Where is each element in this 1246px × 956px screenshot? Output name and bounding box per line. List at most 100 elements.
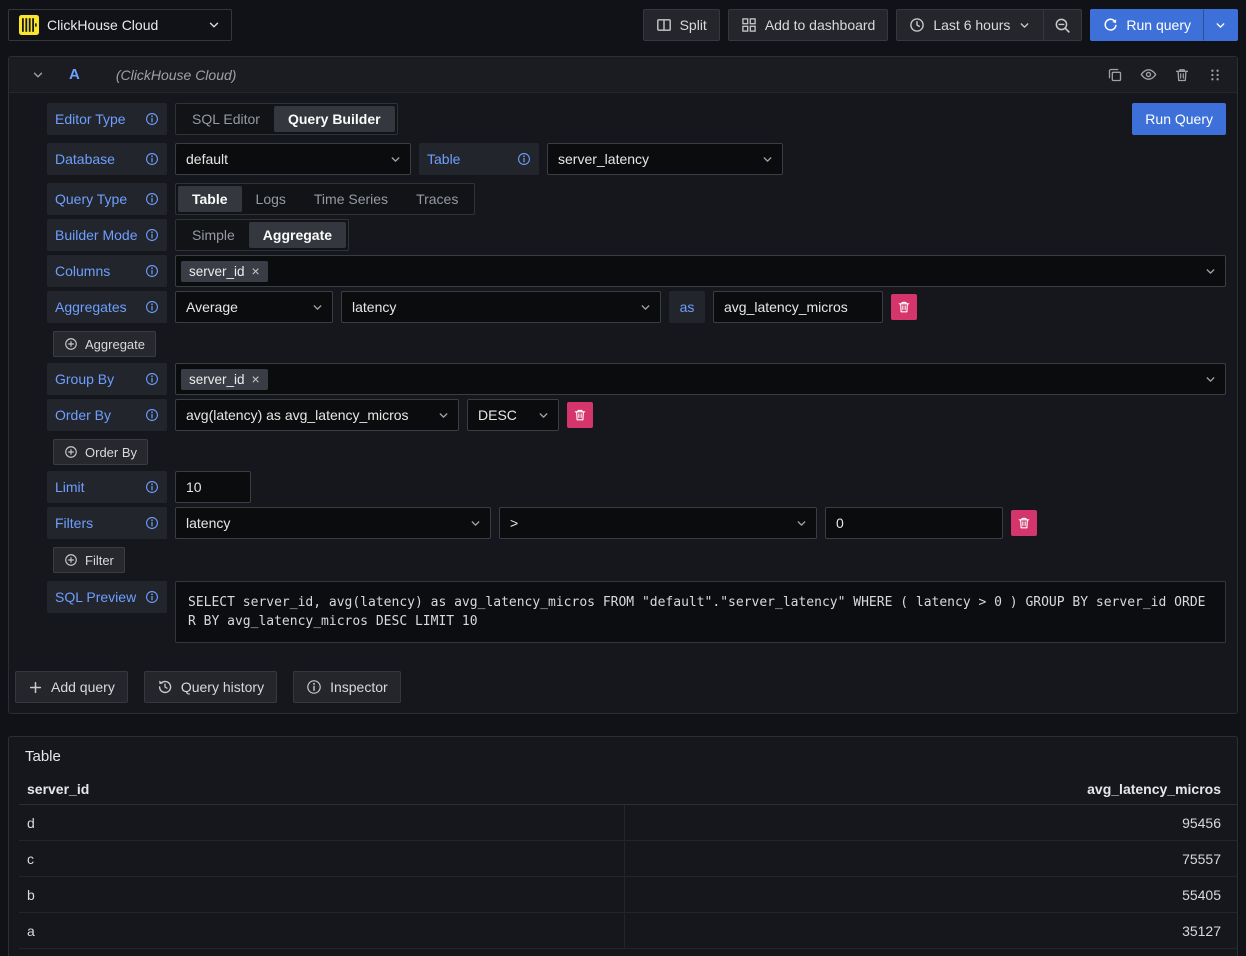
- aggregates-row: Aggregates Average latency as: [47, 291, 1226, 323]
- info-icon[interactable]: [145, 300, 159, 314]
- aggregate-alias-input[interactable]: [713, 291, 883, 323]
- info-icon[interactable]: [145, 228, 159, 242]
- clock-icon: [909, 17, 925, 33]
- query-editor-footer: Add query Query history Inspector: [9, 643, 1237, 713]
- aggregates-label: Aggregates: [47, 291, 167, 323]
- group-by-multiselect[interactable]: server_id ×: [175, 363, 1226, 395]
- query-type-option-logs[interactable]: Logs: [242, 186, 300, 212]
- limit-input[interactable]: [175, 471, 251, 503]
- sql-preview-label: SQL Preview: [47, 581, 167, 613]
- order-by-direction-select[interactable]: DESC: [467, 399, 559, 431]
- apps-grid-icon: [741, 17, 757, 33]
- database-select[interactable]: default: [175, 143, 411, 175]
- cell-avg-latency: 95456: [624, 805, 1232, 840]
- plus-circle-icon: [64, 337, 78, 351]
- remove-chip-icon[interactable]: ×: [252, 264, 260, 278]
- info-icon[interactable]: [145, 516, 159, 530]
- query-type-option-time-series[interactable]: Time Series: [300, 186, 402, 212]
- query-type-option-traces[interactable]: Traces: [402, 186, 472, 212]
- info-circle-icon: [306, 679, 322, 695]
- builder-mode-option-simple[interactable]: Simple: [178, 222, 249, 248]
- plus-icon: [28, 680, 43, 695]
- time-zoom-out-button[interactable]: [1044, 9, 1082, 41]
- inspector-button[interactable]: Inspector: [293, 671, 401, 703]
- column-chip: server_id ×: [181, 261, 268, 282]
- columns-multiselect[interactable]: server_id ×: [175, 255, 1226, 287]
- datasource-picker[interactable]: ClickHouse Cloud: [8, 9, 232, 41]
- builder-mode-option-aggregate[interactable]: Aggregate: [249, 222, 346, 248]
- remove-order-by-button[interactable]: [567, 402, 593, 428]
- panel-title: Table: [9, 737, 1237, 773]
- cell-server-id: c: [19, 851, 624, 867]
- query-editor-panel: A (ClickHouse Cloud) Editor Type SQL Edi…: [8, 56, 1238, 714]
- aggregate-function-select[interactable]: Average: [175, 291, 333, 323]
- info-icon[interactable]: [145, 152, 159, 166]
- editor-type-option-query-builder[interactable]: Query Builder: [274, 106, 395, 132]
- add-query-button[interactable]: Add query: [15, 671, 128, 703]
- aggregate-column-select[interactable]: latency: [341, 291, 661, 323]
- info-icon[interactable]: [145, 408, 159, 422]
- builder-mode-row: Builder Mode Simple Aggregate: [47, 219, 1226, 251]
- datasource-name: ClickHouse Cloud: [47, 17, 199, 33]
- query-ref-id[interactable]: A: [69, 66, 80, 83]
- info-icon[interactable]: [517, 152, 531, 166]
- cell-avg-latency: 35127: [624, 913, 1232, 948]
- remove-filter-button[interactable]: [1011, 510, 1037, 536]
- database-table-row: Database default Table server_latency: [47, 143, 1226, 175]
- plus-circle-icon: [64, 553, 78, 567]
- order-by-label: Order By: [47, 399, 167, 431]
- filter-value-input[interactable]: [825, 507, 1003, 539]
- remove-chip-icon[interactable]: ×: [252, 372, 260, 386]
- info-icon[interactable]: [145, 480, 159, 494]
- remove-aggregate-button[interactable]: [891, 294, 917, 320]
- trash-icon: [897, 300, 911, 314]
- info-icon[interactable]: [145, 112, 159, 126]
- query-history-button[interactable]: Query history: [144, 671, 277, 703]
- editor-type-option-sql-editor[interactable]: SQL Editor: [178, 106, 274, 132]
- query-type-option-table[interactable]: Table: [178, 186, 242, 212]
- history-icon: [157, 679, 173, 695]
- drag-handle-grip-icon[interactable]: [1207, 67, 1223, 83]
- query-builder-form: Editor Type SQL Editor Query Builder Run…: [9, 93, 1237, 643]
- builder-mode-group: Simple Aggregate: [175, 219, 349, 251]
- column-header-server-id[interactable]: server_id: [19, 781, 624, 797]
- add-to-dashboard-button[interactable]: Add to dashboard: [728, 9, 889, 41]
- run-query-dropdown-button[interactable]: [1204, 9, 1238, 41]
- query-type-label: Query Type: [47, 183, 167, 215]
- split-button[interactable]: Split: [643, 9, 720, 41]
- table-select[interactable]: server_latency: [547, 143, 783, 175]
- info-icon[interactable]: [145, 192, 159, 206]
- info-icon[interactable]: [145, 372, 159, 386]
- sql-preview-row: SQL Preview SELECT server_id, avg(latenc…: [47, 581, 1226, 643]
- filter-operator-select[interactable]: >: [499, 507, 817, 539]
- run-query-split-button: Run query: [1090, 9, 1238, 41]
- toggle-visibility-eye-icon[interactable]: [1140, 66, 1157, 83]
- filter-column-select[interactable]: latency: [175, 507, 491, 539]
- filters-label: Filters: [47, 507, 167, 539]
- order-by-field-select[interactable]: avg(latency) as avg_latency_micros: [175, 399, 459, 431]
- chevron-down-icon: [795, 517, 808, 530]
- info-icon[interactable]: [145, 264, 159, 278]
- collapse-query-icon[interactable]: [31, 68, 45, 82]
- chevron-down-icon: [389, 153, 402, 166]
- info-icon[interactable]: [145, 590, 159, 604]
- time-range-button[interactable]: Last 6 hours: [896, 9, 1044, 41]
- run-query-editor-button[interactable]: Run Query: [1132, 103, 1226, 135]
- limit-row: Limit: [47, 471, 1226, 503]
- column-header-avg-latency-micros[interactable]: avg_latency_micros: [624, 781, 1231, 797]
- table-row: c 75557: [19, 841, 1237, 877]
- query-datasource-hint: (ClickHouse Cloud): [116, 67, 237, 83]
- add-filter-button[interactable]: Filter: [53, 547, 125, 573]
- table-row: d 95456: [19, 805, 1237, 841]
- table-result-panel: Table server_id avg_latency_micros d 954…: [8, 736, 1238, 956]
- add-order-by-button[interactable]: Order By: [53, 439, 148, 465]
- delete-query-trash-icon[interactable]: [1174, 67, 1190, 83]
- add-aggregate-button[interactable]: Aggregate: [53, 331, 156, 357]
- chevron-down-icon: [1018, 19, 1031, 32]
- cell-avg-latency: 55405: [624, 877, 1232, 912]
- add-aggregate-row: Aggregate: [47, 331, 1226, 357]
- run-query-button[interactable]: Run query: [1090, 9, 1204, 41]
- duplicate-query-icon[interactable]: [1107, 67, 1123, 83]
- filters-row: Filters latency >: [47, 507, 1226, 539]
- limit-label: Limit: [47, 471, 167, 503]
